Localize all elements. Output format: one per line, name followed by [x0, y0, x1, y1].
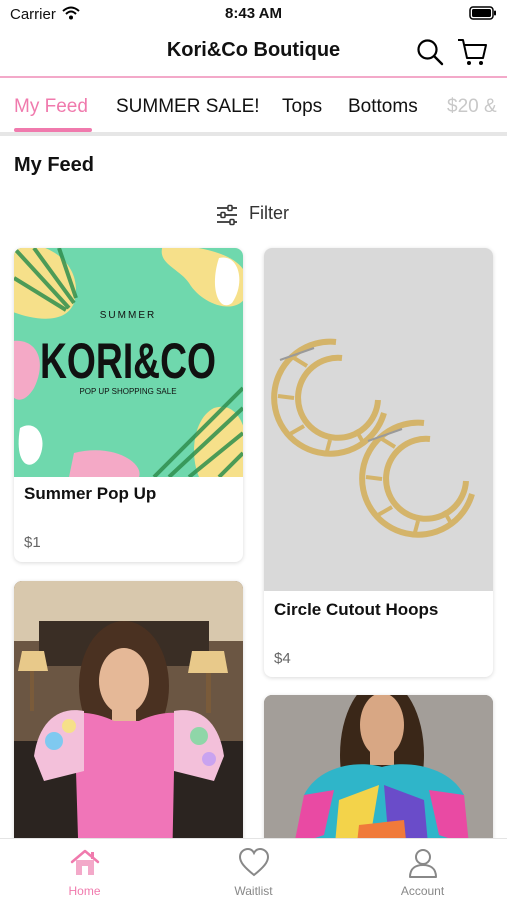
- product-card-circle-cutout-hoops[interactable]: Circle Cutout Hoops $4: [264, 248, 493, 677]
- product-price: $1: [24, 534, 41, 551]
- product-price: $4: [274, 650, 291, 667]
- filter-icon: [217, 204, 237, 226]
- earrings-image: [264, 248, 493, 591]
- tab-summer-sale[interactable]: SUMMER SALE!: [116, 96, 260, 118]
- nav-bar: Kori&Co Boutique: [0, 30, 507, 78]
- heart-icon: [238, 847, 270, 877]
- tab-under-20[interactable]: $20 &: [447, 96, 497, 118]
- product-title: Summer Pop Up: [24, 484, 157, 503]
- status-time: 8:43 AM: [225, 5, 282, 22]
- battery-icon: [469, 6, 496, 20]
- account-icon: [409, 849, 437, 878]
- status-bar: Carrier 8:43 AM: [0, 0, 507, 30]
- promo-small-text: SUMMER: [100, 310, 156, 321]
- tab-account[interactable]: Account: [338, 839, 507, 900]
- cart-icon[interactable]: [456, 36, 488, 68]
- tab-home[interactable]: Home: [0, 839, 169, 900]
- filter-label: Filter: [249, 203, 289, 223]
- tab-waitlist[interactable]: Waitlist: [169, 839, 338, 900]
- tab-my-feed[interactable]: My Feed: [14, 96, 88, 118]
- feed-title: My Feed: [14, 154, 95, 176]
- product-photo: [14, 581, 243, 871]
- promo-brand-text: KORI&CO: [40, 333, 216, 389]
- category-tabs: My Feed SUMMER SALE! Tops Bottoms $20 &: [0, 80, 507, 136]
- product-card-pink-top[interactable]: [14, 581, 243, 871]
- home-icon: [70, 849, 100, 875]
- promo-sub-text: POP UP SHOPPING SALE: [79, 387, 176, 396]
- search-icon[interactable]: [416, 38, 444, 66]
- bottom-tab-bar: Home Waitlist Account: [0, 838, 507, 900]
- tab-tops[interactable]: Tops: [282, 96, 322, 118]
- tab-bottoms[interactable]: Bottoms: [348, 96, 418, 118]
- product-card-summer-pop-up[interactable]: SUMMER KORI&CO POP UP SHOPPING SALE Summ…: [14, 248, 243, 562]
- tab-account-label: Account: [400, 884, 445, 898]
- product-title: Circle Cutout Hoops: [274, 600, 439, 619]
- tab-waitlist-label: Waitlist: [234, 884, 273, 898]
- active-tab-indicator: [14, 128, 92, 132]
- promo-image: SUMMER KORI&CO POP UP SHOPPING SALE: [14, 248, 243, 477]
- tab-home-label: Home: [68, 884, 101, 898]
